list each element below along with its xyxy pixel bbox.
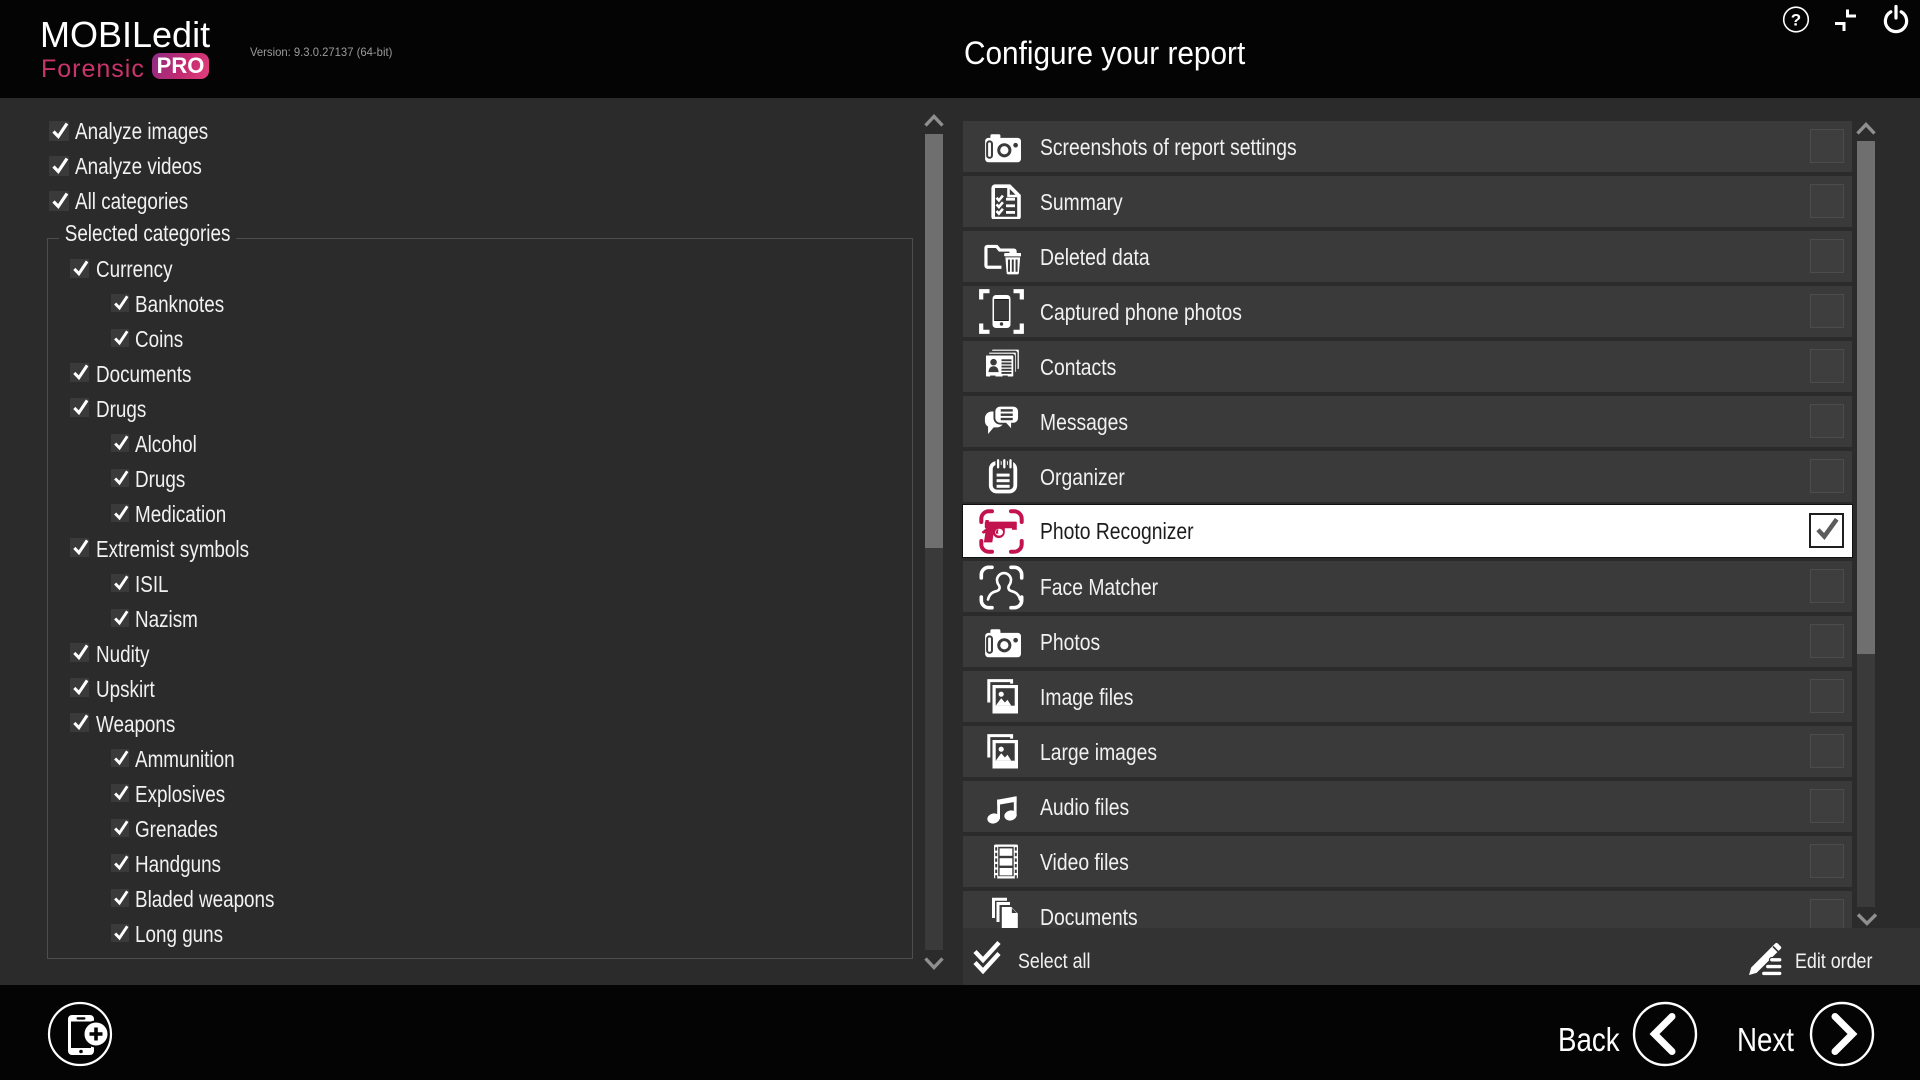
svg-text:?: ?	[1791, 10, 1801, 29]
